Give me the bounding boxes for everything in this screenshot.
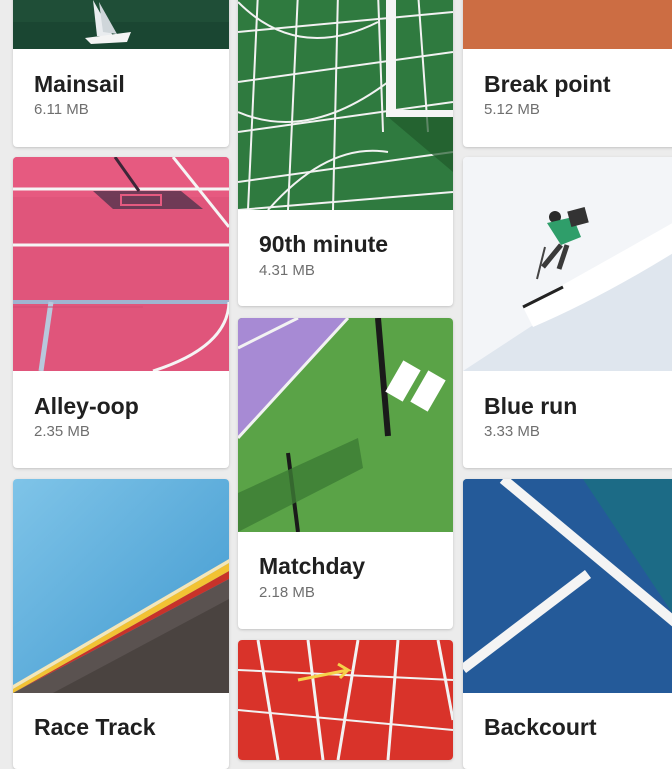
photo-thumbnail-velodrome [13,479,229,693]
photo-thumbnail-sailboat [13,0,229,49]
photo-title: Mainsail [34,71,125,97]
photo-title: Matchday [259,553,366,579]
photo-card-race-track[interactable]: Race Track [13,479,229,769]
photo-title: 90th minute [259,231,389,257]
photo-card-running-track[interactable] [238,640,453,760]
photo-thumbnail-clay-court [463,0,672,49]
photo-thumbnail-soccer-net [238,0,453,210]
photo-file-size: 2.35 MB [34,423,90,440]
photo-card-matchday[interactable]: Matchday 2.18 MB [238,318,453,629]
photo-thumbnail-tennis-court [238,318,453,532]
photo-thumbnail-skier [463,157,672,371]
photo-thumbnail-running-track [238,640,453,760]
photo-title: Alley-oop [34,393,139,419]
photo-title: Break point [484,71,611,97]
photo-file-size: 4.31 MB [259,262,315,279]
photo-card-90th-minute[interactable]: 90th minute 4.31 MB [238,0,453,306]
photo-file-size: 3.33 MB [484,423,540,440]
photo-card-backcourt[interactable]: Backcourt [463,479,672,769]
photo-card-mainsail[interactable]: Mainsail 6.11 MB [13,0,229,147]
photo-card-alley-oop[interactable]: Alley-oop 2.35 MB [13,157,229,468]
photo-title: Backcourt [484,714,597,740]
photo-file-size: 5.12 MB [484,101,540,118]
photo-file-size: 6.11 MB [34,101,89,118]
photo-card-blue-run[interactable]: Blue run 3.33 MB [463,157,672,468]
photo-title: Blue run [484,393,578,419]
photo-title: Race Track [34,714,156,740]
photo-file-size: 2.18 MB [259,584,315,601]
photo-card-break-point[interactable]: Break point 5.12 MB [463,0,672,147]
photo-thumbnail-basketball-court [13,157,229,371]
photo-thumbnail-blue-court [463,479,672,693]
